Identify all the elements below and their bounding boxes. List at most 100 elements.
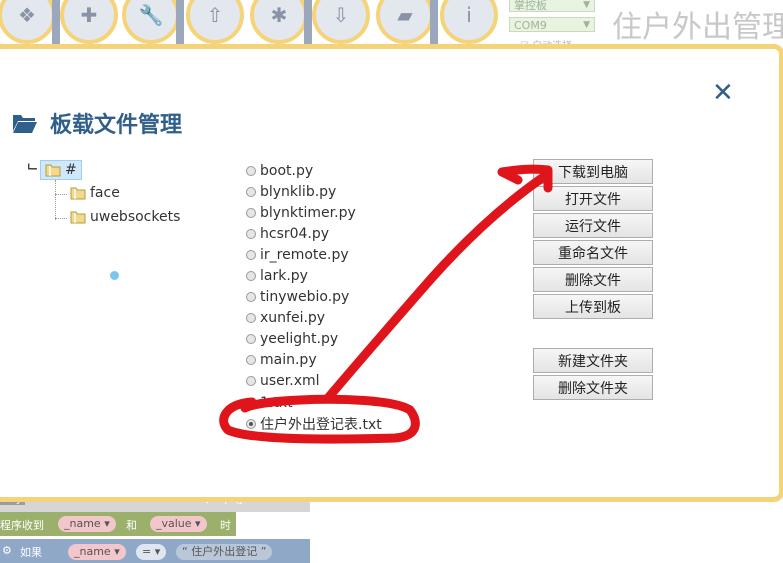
block-row-if[interactable]: ⚙ 如果 _name ▾ = ▾ “ 住户外出登记 ”	[0, 539, 310, 563]
board-select-value: 掌控板	[514, 0, 547, 12]
block-receive-label: 程序收到	[0, 519, 44, 532]
tree-item-uwebsockets[interactable]: uwebsockets	[70, 209, 180, 225]
port-select[interactable]: COM9 ▼	[509, 17, 595, 32]
delete-folder-button[interactable]: 删除文件夹	[533, 375, 653, 400]
file-name: hcsr04.py	[260, 225, 330, 242]
radio-button[interactable]	[246, 228, 256, 239]
plugin-icon[interactable]: ✚	[60, 0, 118, 44]
toolbar: ❖ ✚ 🔧 ⇧ ✱ ⇩ ▰ i 掌控板▼ COM9▼ ☑ 自动选择 住户外出管理	[0, 0, 783, 52]
radio-button-selected[interactable]	[246, 418, 256, 429]
file-item[interactable]: 1.txt	[246, 392, 382, 413]
radio-button[interactable]	[246, 397, 256, 408]
file-name: 1.txt	[260, 394, 293, 411]
block-if-op[interactable]: = ▾	[136, 544, 167, 560]
block-if-var[interactable]: _name ▾	[68, 544, 126, 560]
toolbar-divider	[52, 0, 60, 44]
radio-button[interactable]	[246, 207, 256, 218]
tree-root-label: #	[65, 162, 77, 178]
block-and-label: 和	[126, 519, 137, 532]
info-icon[interactable]: i	[440, 0, 498, 44]
run-file-button[interactable]: 运行文件	[533, 213, 653, 238]
file-name: 住户外出登记表.txt	[260, 416, 382, 433]
chevron-down-icon: ▼	[583, 0, 590, 10]
file-item[interactable]: xunfei.py	[246, 308, 382, 329]
wrench-icon[interactable]: 🔧	[122, 0, 180, 44]
file-item[interactable]: lark.py	[246, 265, 382, 286]
file-item[interactable]: yeelight.py	[246, 329, 382, 350]
board-select[interactable]: 掌控板 ▼	[509, 0, 595, 12]
block-if-op-text: =	[142, 545, 152, 558]
block-if-label: 如果	[20, 546, 42, 559]
file-item[interactable]: user.xml	[246, 371, 382, 392]
download-icon[interactable]: ⇩	[312, 0, 370, 44]
file-name: lark.py	[260, 268, 308, 285]
block-if-var-text: _name	[74, 545, 111, 558]
tree-root-node[interactable]: ┗━ #	[26, 160, 82, 180]
blocks-icon[interactable]: ❖	[0, 0, 56, 44]
close-icon[interactable]: ✕	[712, 78, 734, 108]
block-var-name[interactable]: _name ▾	[58, 516, 116, 532]
resize-handle-dot[interactable]	[110, 271, 119, 280]
upload-to-board-button[interactable]: 上传到板	[533, 294, 653, 319]
tree-expander-icon[interactable]: ┗━	[26, 165, 40, 175]
radio-button[interactable]	[246, 186, 256, 197]
file-name: tinywebio.py	[260, 289, 350, 306]
chevron-down-icon: ▼	[583, 20, 590, 30]
app-title: 住户外出管理	[612, 10, 783, 45]
dialog-header: 板载文件管理	[12, 107, 182, 139]
toolbar-divider	[304, 0, 312, 44]
open-file-button[interactable]: 打开文件	[533, 186, 653, 211]
file-item[interactable]: ir_remote.py	[246, 244, 382, 265]
new-folder-button[interactable]: 新建文件夹	[533, 348, 653, 373]
tree-item-label: uwebsockets	[90, 209, 181, 225]
folder-icon	[70, 187, 86, 200]
radio-button[interactable]	[246, 292, 256, 303]
port-select-value: COM9	[514, 19, 547, 32]
gear-icon[interactable]: ⚙	[2, 544, 12, 557]
rename-file-button[interactable]: 重命名文件	[533, 240, 653, 265]
folder-open-icon	[13, 115, 37, 133]
block-if-text[interactable]: “ 住户外出登记 ”	[176, 544, 273, 560]
radio-button[interactable]	[246, 165, 256, 176]
file-name: main.py	[260, 352, 317, 369]
tree-root-selected[interactable]: #	[40, 160, 82, 180]
download-to-pc-button[interactable]: 下载到电脑	[533, 159, 653, 184]
block-row-receive[interactable]: 程序收到 _name ▾ 和 _value ▾ 时	[0, 512, 236, 536]
tree-connector	[55, 194, 67, 195]
block-var-value-text: _value	[156, 517, 192, 530]
folder-icon	[45, 164, 61, 177]
folder-open-icon[interactable]: ▰	[376, 0, 434, 44]
radio-button[interactable]	[246, 249, 256, 260]
block-var-name-text: _name	[64, 517, 101, 530]
block-if-text-value: 住户外出登记	[191, 545, 258, 558]
file-item-selected[interactable]: 住户外出登记表.txt	[246, 413, 382, 434]
block-when-label: 时	[220, 519, 231, 532]
block-var-value[interactable]: _value ▾	[150, 516, 207, 532]
upload-icon[interactable]: ⇧	[186, 0, 244, 44]
toolbar-divider	[176, 0, 184, 44]
radio-button[interactable]	[246, 355, 256, 366]
file-name: blynktimer.py	[260, 204, 356, 221]
file-item[interactable]: hcsr04.py	[246, 223, 382, 244]
file-list: boot.py blynklib.py blynktimer.py hcsr04…	[246, 160, 382, 434]
file-item[interactable]: tinywebio.py	[246, 287, 382, 308]
dialog-title: 板载文件管理	[50, 113, 183, 138]
tree-connector	[55, 180, 57, 220]
radio-button[interactable]	[246, 271, 256, 282]
tree-item-face[interactable]: face	[70, 185, 120, 201]
bug-icon[interactable]: ✱	[250, 0, 308, 44]
file-item[interactable]: boot.py	[246, 160, 382, 181]
radio-button[interactable]	[246, 334, 256, 345]
file-item[interactable]: blynktimer.py	[246, 202, 382, 223]
file-name: user.xml	[260, 373, 320, 390]
file-item[interactable]: main.py	[246, 350, 382, 371]
file-item[interactable]: blynklib.py	[246, 181, 382, 202]
file-name: xunfei.py	[260, 310, 326, 327]
radio-button[interactable]	[246, 313, 256, 324]
file-name: boot.py	[260, 162, 314, 179]
delete-file-button[interactable]: 删除文件	[533, 267, 653, 292]
tree-connector	[55, 218, 67, 219]
folder-icon	[70, 211, 86, 224]
radio-button[interactable]	[246, 376, 256, 387]
file-name: yeelight.py	[260, 331, 339, 348]
